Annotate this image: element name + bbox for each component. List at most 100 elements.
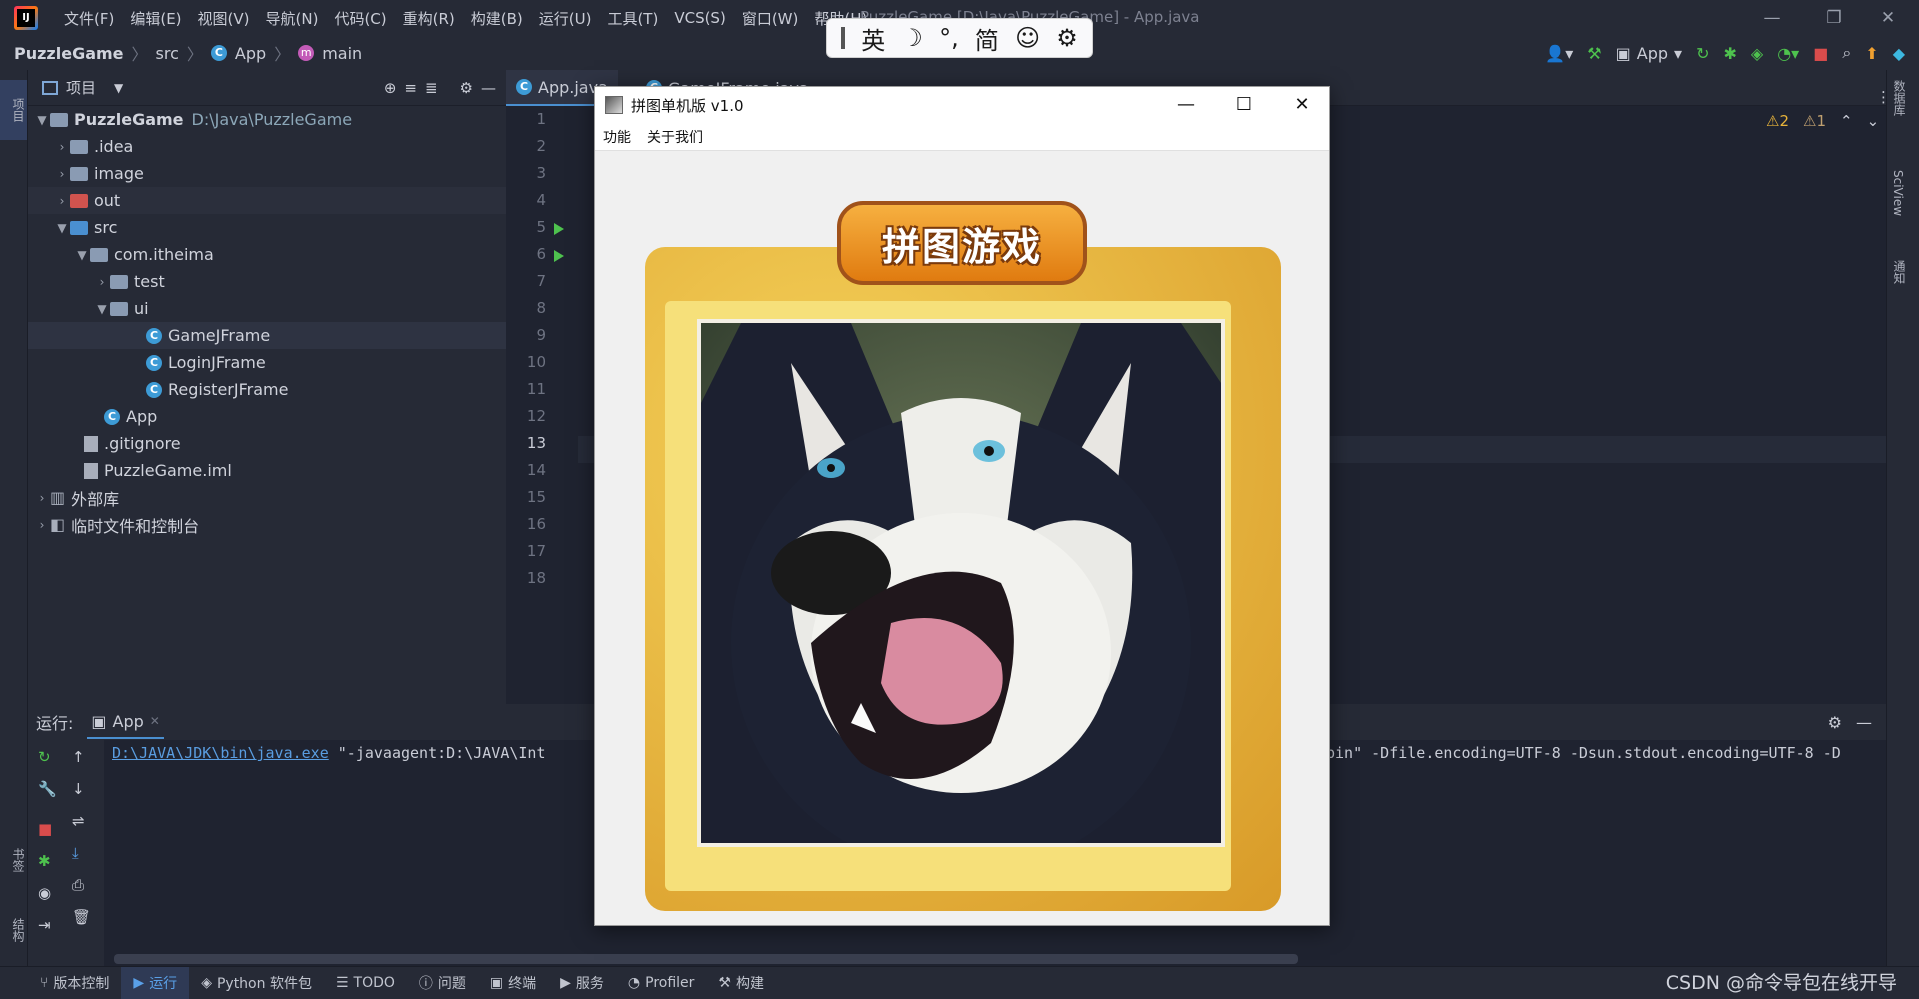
gear-icon[interactable]: ⚙ xyxy=(1828,713,1842,732)
menu-tools[interactable]: 工具(T) xyxy=(599,8,666,29)
horizontal-scrollbar[interactable] xyxy=(114,954,1298,964)
emoji-icon[interactable]: ☺ xyxy=(1015,24,1040,52)
drag-handle-icon[interactable] xyxy=(841,27,846,49)
exit-icon[interactable]: ⇥ xyxy=(38,916,51,934)
status-python-packages[interactable]: ◈ Python 软件包 xyxy=(189,967,324,999)
breadcrumb-project[interactable]: PuzzleGame xyxy=(14,44,124,63)
tab-bookmarks[interactable]: 书签 xyxy=(0,830,27,890)
status-build[interactable]: ⚒ 构建 xyxy=(706,967,776,999)
close-icon[interactable]: ✕ xyxy=(1273,87,1331,123)
chevron-down-icon[interactable]: ▼ xyxy=(54,221,70,235)
trash-icon[interactable]: 🗑 xyxy=(72,908,91,926)
stop-icon[interactable]: ■ xyxy=(1813,44,1828,63)
hide-icon[interactable]: — xyxy=(481,79,496,97)
chevron-down-icon[interactable]: ▼ xyxy=(74,248,90,262)
tab-project-side[interactable]: 项目 xyxy=(0,80,27,140)
menu-code[interactable]: 代码(C) xyxy=(326,8,394,29)
status-services[interactable]: ▶ 服务 xyxy=(548,967,616,999)
tree-item-puzzlegame[interactable]: ▼ PuzzleGame D:\Java\PuzzleGame xyxy=(28,106,506,133)
tree-item-out[interactable]: › out xyxy=(28,187,506,214)
maximize-icon[interactable]: ☐ xyxy=(1215,87,1273,123)
run-tab-app[interactable]: ▣ App ✕ xyxy=(87,706,164,739)
chevron-right-icon[interactable]: › xyxy=(34,491,50,505)
tree-item-idea[interactable]: › .idea xyxy=(28,133,506,160)
console-java-link[interactable]: D:\JAVA\JDK\bin\java.exe xyxy=(112,744,329,762)
breadcrumb-method[interactable]: main xyxy=(322,44,362,63)
chevron-right-icon[interactable]: › xyxy=(94,275,110,289)
chevron-right-icon[interactable]: › xyxy=(34,518,50,532)
debug-icon[interactable]: ✱ xyxy=(38,852,51,870)
chevron-right-icon[interactable]: › xyxy=(54,167,70,181)
debug-icon[interactable]: ✱ xyxy=(1723,44,1736,63)
locate-icon[interactable]: ⊕ xyxy=(384,79,397,97)
menu-run[interactable]: 运行(U) xyxy=(531,8,600,29)
restore-icon[interactable]: ❐ xyxy=(1803,0,1865,36)
moon-icon[interactable]: ☽ xyxy=(901,24,923,52)
status-vcs[interactable]: ⑂ 版本控制 xyxy=(28,967,121,999)
tab-notifications[interactable]: 通知 xyxy=(1891,260,1908,320)
menu-navigate[interactable]: 导航(N) xyxy=(258,8,327,29)
stop-icon[interactable]: ■ xyxy=(38,820,52,838)
user-icon[interactable]: 👤▾ xyxy=(1545,44,1573,63)
console-output[interactable]: D:\JAVA\JDK\bin\java.exe "-javaagent:D:\… xyxy=(112,744,546,762)
tree-item-test[interactable]: › test xyxy=(28,268,506,295)
close-icon[interactable]: ✕ xyxy=(1857,0,1919,36)
gear-icon[interactable]: ⚙ xyxy=(460,79,473,97)
status-terminal[interactable]: ▣ 终端 xyxy=(478,967,548,999)
chevron-right-icon[interactable]: › xyxy=(54,140,70,154)
profile-icon[interactable]: ◔▾ xyxy=(1777,44,1799,63)
menu-function[interactable]: 功能 xyxy=(603,127,631,147)
chevron-down-icon[interactable]: ▼ xyxy=(34,113,50,127)
menu-window[interactable]: 窗口(W) xyxy=(734,8,807,29)
tree-item-gitignore[interactable]: .gitignore xyxy=(28,430,506,457)
wrench-icon[interactable]: 🔧 xyxy=(38,780,57,798)
menu-refactor[interactable]: 重构(R) xyxy=(395,8,463,29)
tree-item-src[interactable]: ▼ src xyxy=(28,214,506,241)
menu-edit[interactable]: 编辑(E) xyxy=(122,8,189,29)
rerun-icon[interactable]: ↻ xyxy=(1696,44,1709,63)
menu-view[interactable]: 视图(V) xyxy=(190,8,258,29)
tree-item-ui[interactable]: ▼ ui xyxy=(28,295,506,322)
expand-all-icon[interactable]: ≡ xyxy=(404,79,417,97)
plugin-icon[interactable]: ◆ xyxy=(1893,44,1905,63)
gear-icon[interactable]: ⚙ xyxy=(1056,24,1078,52)
chevron-right-icon[interactable]: › xyxy=(54,194,70,208)
chevron-up-icon[interactable]: ⌃ xyxy=(1840,112,1853,130)
rerun-icon[interactable]: ↻ xyxy=(38,748,51,766)
minimize-icon[interactable]: — xyxy=(1741,0,1803,36)
collapse-all-icon[interactable]: ≣ xyxy=(425,79,438,97)
breadcrumb-class[interactable]: App xyxy=(235,44,266,63)
coverage-icon[interactable]: ◈ xyxy=(1751,44,1763,63)
breadcrumb-src[interactable]: src xyxy=(156,44,179,63)
tree-item-com-itheima[interactable]: ▼ com.itheima xyxy=(28,241,506,268)
menu-file[interactable]: 文件(F) xyxy=(56,8,122,29)
menu-vcs[interactable]: VCS(S) xyxy=(666,9,733,27)
tree-item-iml[interactable]: PuzzleGame.iml xyxy=(28,457,506,484)
build-hammer-icon[interactable]: ⚒ xyxy=(1587,44,1601,63)
tab-structure[interactable]: 结构 xyxy=(0,900,27,960)
status-todo[interactable]: ☰ TODO xyxy=(324,967,407,999)
search-icon[interactable]: ⌕ xyxy=(1842,43,1851,63)
tree-item-external-libs[interactable]: › ▥ 外部库 xyxy=(28,484,506,511)
tree-item-gamejframe[interactable]: C GameJFrame xyxy=(28,322,506,349)
camera-icon[interactable]: ◉ xyxy=(38,884,51,902)
puzzle-image[interactable] xyxy=(697,319,1225,847)
tree-item-image[interactable]: › image xyxy=(28,160,506,187)
hide-icon[interactable]: — xyxy=(1856,713,1872,732)
chevron-down-icon[interactable]: ▼ xyxy=(94,302,110,316)
ime-simplified-toggle[interactable]: 简 xyxy=(975,21,999,56)
chevron-down-icon[interactable]: ▼ xyxy=(114,81,123,95)
tab-sciview[interactable]: SciView xyxy=(1891,170,1905,250)
update-icon[interactable]: ⬆ xyxy=(1865,44,1878,63)
run-gutter-icon[interactable] xyxy=(554,250,564,262)
menu-about-us[interactable]: 关于我们 xyxy=(647,127,703,147)
status-run[interactable]: ▶ 运行 xyxy=(121,967,190,999)
chevron-down-icon[interactable]: ⌄ xyxy=(1867,112,1880,130)
run-config-select[interactable]: ▣ App ▾ xyxy=(1616,44,1682,63)
scroll-to-end-icon[interactable]: ⤓ xyxy=(72,844,79,862)
status-profiler[interactable]: ◔ Profiler xyxy=(616,967,707,999)
tree-item-app[interactable]: C App xyxy=(28,403,506,430)
close-icon[interactable]: ✕ xyxy=(150,714,160,728)
ime-mode-toggle[interactable]: 英 xyxy=(861,21,885,56)
menu-build[interactable]: 构建(B) xyxy=(463,8,531,29)
